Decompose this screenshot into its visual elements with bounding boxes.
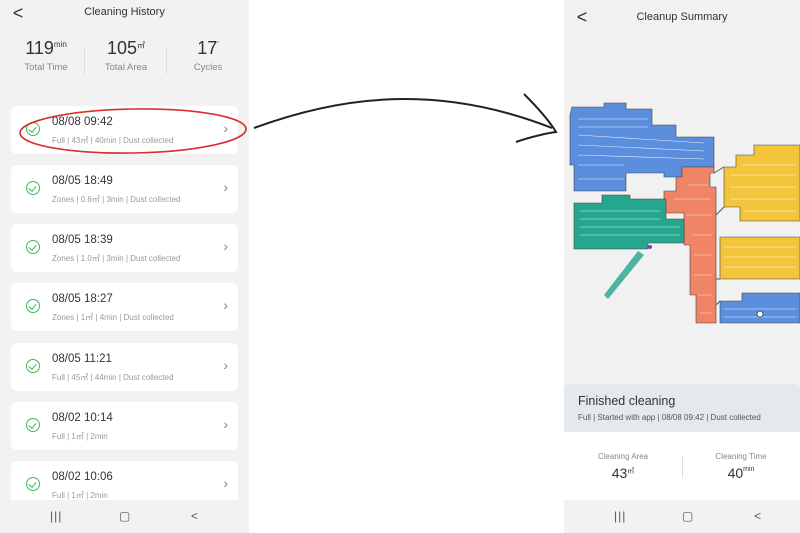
check-circle-icon: [26, 418, 40, 432]
record-meta: Zones | 1.0㎡ | 3min | Dust collected: [52, 254, 181, 263]
summary-meta: Full | Started with app | 08/08 09:42 | …: [578, 413, 761, 422]
stat-total-area: 105㎡ Total Area: [86, 38, 166, 73]
stat-unit: ': [217, 40, 219, 49]
room-salmon: [663, 166, 717, 324]
chevron-right-icon: ›: [223, 475, 228, 491]
pointer-arrow: [253, 98, 553, 129]
stat-label: Total Area: [104, 62, 148, 73]
divider: [166, 48, 167, 74]
top-bar: < Cleaning History: [0, 0, 249, 30]
page-title: Cleanup Summary: [636, 11, 728, 23]
stat-total-time: 119min Total Time: [6, 38, 86, 73]
record-datetime: 08/05 11:21: [52, 353, 112, 365]
record-meta: Full | 1㎡ | 2min: [52, 432, 108, 441]
room-yellow: [719, 236, 800, 280]
cleaning-history-screen: < Cleaning History 119min Total Time 105…: [0, 0, 249, 533]
history-row[interactable]: 08/05 18:39 Zones | 1.0㎡ | 3min | Dust c…: [11, 224, 238, 272]
record-datetime: 08/05 18:49: [52, 175, 113, 187]
metric-label: Cleaning Area: [597, 452, 649, 461]
divider: [84, 48, 85, 74]
android-nav-bar: ||| ▢ <: [0, 500, 249, 533]
chevron-right-icon: ›: [223, 179, 228, 195]
stats-summary: 119min Total Time 105㎡ Total Area 17' Cy…: [0, 38, 249, 88]
android-nav-bar: ||| ▢ <: [564, 500, 800, 533]
history-row[interactable]: 08/08 09:42 Full | 43㎡ | 40min | Dust co…: [11, 106, 238, 154]
check-circle-icon: [26, 359, 40, 373]
summary-card: Finished cleaning Full | Started with ap…: [564, 384, 800, 432]
history-row[interactable]: 08/02 10:14 Full | 1㎡ | 2min ›: [11, 402, 238, 450]
metric-unit: ㎡: [627, 468, 635, 475]
chevron-right-icon: ›: [223, 416, 228, 432]
check-circle-icon: [26, 122, 40, 136]
chevron-right-icon: ›: [223, 238, 228, 254]
metric-unit: min: [743, 466, 755, 473]
history-row[interactable]: 08/05 18:27 Zones | 1㎡ | 4min | Dust col…: [11, 283, 238, 331]
room-yellow: [723, 144, 800, 222]
room-teal-sweep: [604, 251, 644, 299]
record-datetime: 08/02 10:06: [52, 471, 113, 483]
check-circle-icon: [26, 299, 40, 313]
nav-back-icon[interactable]: <: [191, 509, 198, 523]
metric-value: 40: [727, 465, 744, 481]
record-meta: Full | 43㎡ | 40min | Dust collected: [52, 136, 174, 145]
cleanup-summary-screen: < Cleanup Summary Finished cleaning Full…: [564, 0, 800, 533]
cleaning-map[interactable]: [564, 95, 800, 335]
nav-back-icon[interactable]: <: [754, 509, 761, 523]
home-icon[interactable]: ▢: [682, 509, 693, 523]
recents-icon[interactable]: |||: [50, 509, 62, 523]
stat-label: Total Time: [24, 62, 68, 73]
stat-unit: min: [53, 40, 67, 49]
stat-unit: ㎡: [137, 41, 146, 50]
stat-value: 105: [106, 38, 138, 58]
stat-cycles: 17' Cycles: [168, 38, 248, 73]
metric-value: 43: [611, 465, 628, 481]
history-row[interactable]: 08/05 11:21 Full | 45㎡ | 44min | Dust co…: [11, 343, 238, 391]
summary-title: Finished cleaning: [578, 394, 676, 408]
check-circle-icon: [26, 240, 40, 254]
room-blue: [719, 292, 800, 324]
check-circle-icon: [26, 181, 40, 195]
record-meta: Zones | 1㎡ | 4min | Dust collected: [52, 313, 174, 322]
metric-cleaning-time: Cleaning Time 40min: [682, 452, 800, 481]
chevron-right-icon: ›: [223, 297, 228, 313]
robot-icon: [648, 245, 652, 249]
record-meta: Zones | 0.6㎡ | 3min | Dust collected: [52, 195, 181, 204]
history-row[interactable]: 08/05 18:49 Zones | 0.6㎡ | 3min | Dust c…: [11, 165, 238, 213]
chevron-right-icon: ›: [223, 357, 228, 373]
metrics-panel: Cleaning Area 43㎡ Cleaning Time 40min: [564, 432, 800, 500]
check-circle-icon: [26, 477, 40, 491]
metric-cleaning-area: Cleaning Area 43㎡: [564, 452, 682, 481]
recents-icon[interactable]: |||: [614, 509, 626, 523]
record-datetime: 08/05 18:39: [52, 234, 113, 246]
chevron-right-icon: ›: [223, 120, 228, 136]
stat-value: 17: [197, 38, 218, 58]
screenshot-canvas: < Cleaning History 119min Total Time 105…: [0, 0, 800, 533]
record-meta: Full | 45㎡ | 44min | Dust collected: [52, 373, 174, 382]
stat-label: Cycles: [193, 62, 223, 73]
dock-icon: [756, 310, 764, 318]
stat-value: 119: [25, 38, 54, 58]
metric-label: Cleaning Time: [715, 452, 767, 461]
page-title: Cleaning History: [84, 6, 165, 18]
record-datetime: 08/05 18:27: [52, 293, 113, 305]
arrow-head: [515, 93, 558, 143]
home-icon[interactable]: ▢: [119, 509, 130, 523]
record-datetime: 08/08 09:42: [52, 116, 113, 128]
record-datetime: 08/02 10:14: [52, 412, 113, 424]
